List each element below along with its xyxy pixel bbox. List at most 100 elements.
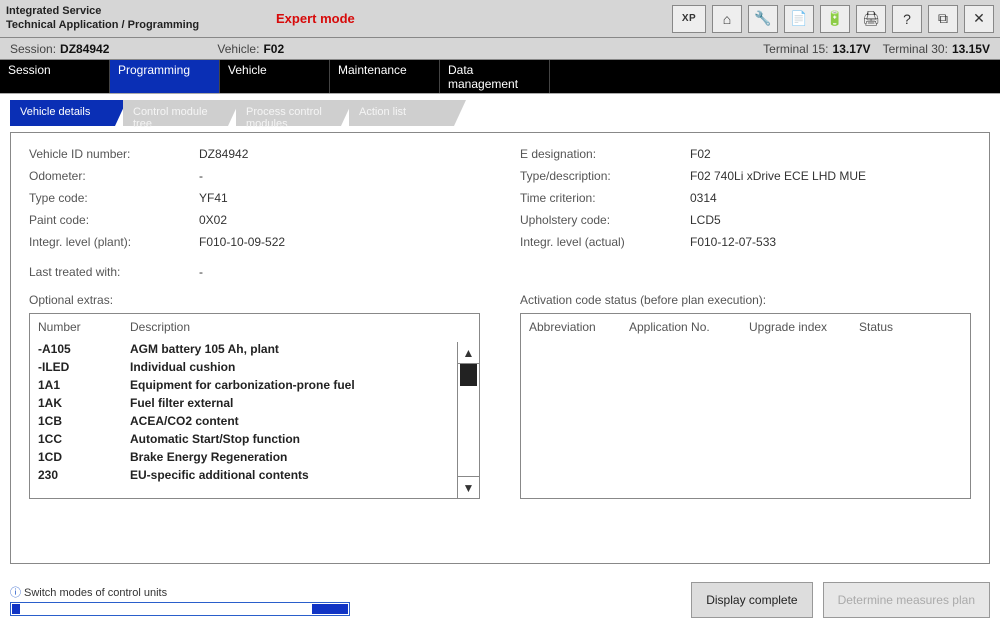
window-icon[interactable]: ⧉ [928,5,958,33]
app-title: Integrated Service Technical Application… [6,5,276,33]
detail-row: Type code:YF41 [29,191,480,205]
switch-modes-label: Switch modes of control units [24,587,167,599]
wrench-icon[interactable]: 🔧 [748,5,778,33]
detail-row: Integr. level (plant):F010-10-09-522 [29,235,480,249]
tab-vehicle[interactable]: Vehicle [220,60,330,93]
detail-row: Last treated with:- [29,265,480,279]
detail-row: Time criterion:0314 [520,191,971,205]
optional-extras-box: Number Description -A105AGM battery 105 … [29,313,480,499]
subtab-vehicle-details[interactable]: Vehicle details [10,100,115,126]
detail-row: E designation:F02 [520,147,971,161]
detail-row: Vehicle ID number:DZ84942 [29,147,480,161]
close-icon[interactable]: ✕ [964,5,994,33]
vehicle-label: Vehicle: [217,42,259,56]
scroll-down-icon[interactable]: ▼ [458,476,479,498]
t30-label: Terminal 30: [883,42,948,56]
option-description: Individual cushion [130,360,235,374]
tab-session[interactable]: Session [0,60,110,93]
options-col-number: Number [38,320,130,334]
tab-maintenance[interactable]: Maintenance [330,60,440,93]
detail-key: Vehicle ID number: [29,147,199,161]
option-row[interactable]: 230EU-specific additional contents [30,466,479,484]
session-value: DZ84942 [60,42,109,56]
subtab-control-module-tree[interactable]: Control module tree [123,100,228,126]
bottom-bar: ⓘSwitch modes of control units Display c… [10,572,990,628]
detail-key: Integr. level (plant): [29,235,199,249]
detail-row: Paint code:0X02 [29,213,480,227]
xp-button[interactable]: XP [672,5,706,33]
option-number: -ILED [38,360,130,374]
activation-col-upgrade: Upgrade index [749,320,859,334]
detail-value: F010-10-09-522 [199,235,285,249]
details-right: E designation:F02 Type/description:F02 74… [520,147,971,287]
option-row[interactable]: 1CCAutomatic Start/Stop function [30,430,479,448]
doc-icon[interactable]: 📄 [784,5,814,33]
t15-value: 13.17V [833,42,871,56]
display-complete-button[interactable]: Display complete [691,582,812,618]
option-number: 1CB [38,414,130,428]
option-row[interactable]: 1CDBrake Energy Regeneration [30,448,479,466]
option-description: AGM battery 105 Ah, plant [130,342,279,356]
tab-data-management[interactable]: Data management [440,60,550,93]
t15-label: Terminal 15: [763,42,828,56]
activation-status-box: Abbreviation Application No. Upgrade ind… [520,313,971,499]
scroll-thumb[interactable] [460,364,477,386]
content-panel: Vehicle ID number:DZ84942Odometer:-Type … [10,132,990,564]
option-row[interactable]: 1AKFuel filter external [30,394,479,412]
option-number: 230 [38,468,130,482]
mode-label: Expert mode [276,11,355,26]
option-row[interactable]: -A105AGM battery 105 Ah, plant [30,340,479,358]
session-label: Session: [10,42,56,56]
home-icon[interactable]: ⌂ [712,5,742,33]
option-row[interactable]: 1CBACEA/CO2 content [30,412,479,430]
main-nav: Session Programming Vehicle Maintenance … [0,60,1000,94]
detail-key: Odometer: [29,169,199,183]
option-description: EU-specific additional contents [130,468,309,482]
option-description: ACEA/CO2 content [130,414,239,428]
detail-row: Type/description:F02 740Li xDrive ECE LH… [520,169,971,183]
scroll-track[interactable] [458,364,479,476]
print-icon[interactable]: 🖨 [856,5,886,33]
app-title-line1: Integrated Service [6,5,276,19]
detail-value: LCD5 [690,213,721,227]
activation-col-appno: Application No. [629,320,749,334]
help-icon[interactable]: ? [892,5,922,33]
detail-value: F010-12-07-533 [690,235,776,249]
option-row[interactable]: 1A1Equipment for carbonization-prone fue… [30,376,479,394]
detail-key: Integr. level (actual) [520,235,690,249]
detail-value: - [199,265,203,279]
option-number: 1A1 [38,378,130,392]
option-description: Automatic Start/Stop function [130,432,300,446]
activation-col-status: Status [859,320,893,334]
subtab-action-list[interactable]: Action list [349,100,454,126]
detail-key: Type code: [29,191,199,205]
switch-progress [10,602,350,616]
detail-key: Paint code: [29,213,199,227]
battery-icon[interactable]: 🔋 [820,5,850,33]
detail-value: - [199,169,203,183]
activation-status-section: Activation code status (before plan exec… [520,293,971,499]
optional-extras-title: Optional extras: [29,293,480,307]
tab-programming[interactable]: Programming [110,60,220,93]
detail-value: DZ84942 [199,147,248,161]
activation-status-title: Activation code status (before plan exec… [520,293,971,307]
details-left: Vehicle ID number:DZ84942Odometer:-Type … [29,147,480,287]
option-number: -A105 [38,342,130,356]
subtab-process-control-modules[interactable]: Process control modules [236,100,341,126]
optional-extras-section: Optional extras: Number Description -A10… [29,293,480,499]
detail-key: E designation: [520,147,690,161]
info-bar: Session: DZ84942 Vehicle: F02 Terminal 1… [0,38,1000,60]
detail-row: Upholstery code:LCD5 [520,213,971,227]
scroll-up-icon[interactable]: ▲ [458,342,479,364]
option-number: 1CD [38,450,130,464]
app-title-line2: Technical Application / Programming [6,19,276,33]
option-row[interactable]: -ILEDIndividual cushion [30,358,479,376]
activation-col-abbrev: Abbreviation [529,320,629,334]
detail-key: Time criterion: [520,191,690,205]
detail-value: F02 740Li xDrive ECE LHD MUE [690,169,866,183]
detail-key: Last treated with: [29,265,199,279]
switch-modes-block: ⓘSwitch modes of control units [10,584,350,616]
detail-value: 0314 [690,191,717,205]
options-scrollbar[interactable]: ▲ ▼ [457,342,479,498]
title-bar: Integrated Service Technical Application… [0,0,1000,38]
